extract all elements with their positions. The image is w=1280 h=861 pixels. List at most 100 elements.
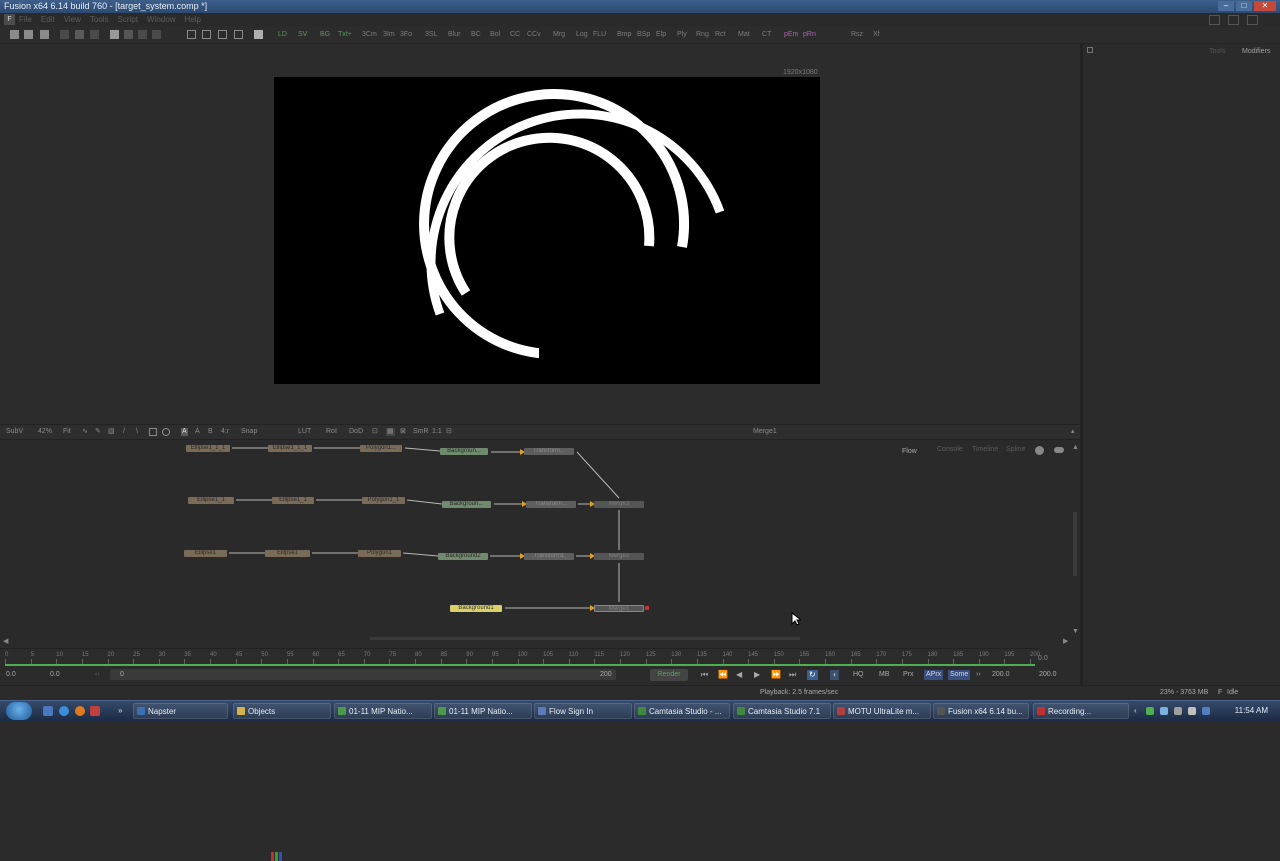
hq-button[interactable]: HQ	[853, 670, 864, 680]
node-background-row1[interactable]: Backgroun...	[440, 448, 488, 455]
node-ellipse-row1-a[interactable]: Ellipse1_1_1	[186, 445, 230, 452]
curve-tool-icon[interactable]: ∿	[82, 428, 88, 436]
node-polygon-row2[interactable]: Polygon1_1	[362, 497, 405, 504]
paste-icon[interactable]	[90, 30, 99, 39]
node-ellipse-row3-b[interactable]: Ellipse1	[265, 550, 310, 557]
menu-script[interactable]: Script	[118, 13, 138, 26]
flow-editor[interactable]: Flow Console Timeline Spline Ellipse1_1_…	[0, 440, 1080, 645]
layout-split-icon[interactable]	[202, 30, 211, 39]
tool-button-bc[interactable]: BC	[471, 30, 481, 40]
taskbar-item[interactable]: Flow Sign In	[534, 703, 632, 719]
range-right-icon[interactable]: ››	[976, 670, 981, 680]
play-reverse-icon[interactable]: ◀	[736, 670, 742, 680]
step-forward-icon[interactable]: ⏩	[771, 670, 781, 680]
render-button[interactable]: Render	[650, 669, 688, 681]
dod-button[interactable]: DoD	[349, 428, 363, 436]
paint-tool-icon[interactable]: ▧	[108, 428, 115, 436]
firefox-icon[interactable]	[75, 706, 85, 716]
taskbar-item[interactable]: Fusion x64 6.14 bu...	[933, 703, 1029, 719]
tools-toggle-icon[interactable]	[254, 30, 263, 39]
tool-button-sv[interactable]: SV	[298, 30, 307, 40]
flow-scroll-left-icon[interactable]: ◀	[3, 637, 8, 645]
redo-list-icon[interactable]	[152, 30, 161, 39]
taskbar-item[interactable]: 01-11 MIP Natio...	[334, 703, 432, 719]
grid-icon[interactable]: ⊠	[400, 428, 406, 436]
flow-scroll-up-icon[interactable]: ▲	[1072, 444, 1079, 451]
zoom-dropdown[interactable]: 42%	[38, 428, 52, 436]
tool-button-mrg[interactable]: Mrg	[553, 30, 565, 40]
taskbar-item[interactable]: 01-11 MIP Natio...	[434, 703, 532, 719]
tool-button-prn[interactable]: pRn	[803, 30, 816, 40]
tool-button-rng[interactable]: Rng	[696, 30, 709, 40]
node-merge3[interactable]: Merge3	[594, 501, 644, 508]
layout-quad-icon[interactable]	[218, 30, 227, 39]
stereo-icon[interactable]: ⊟	[446, 428, 452, 436]
layout-full-icon[interactable]	[234, 30, 243, 39]
subview-button[interactable]: SubV	[6, 428, 23, 436]
tool-button-ld[interactable]: LD	[278, 30, 287, 40]
tray-app2-icon[interactable]	[1174, 707, 1182, 715]
node-ellipse-row2-a[interactable]: Ellipse1_1	[188, 497, 234, 504]
quicklaunch-more-icon[interactable]: »	[118, 706, 122, 715]
close-button[interactable]: ✕	[1254, 1, 1276, 11]
node-polygon-row3[interactable]: Polygon1	[358, 550, 401, 557]
node-ellipse-row2-b[interactable]: Ellipse1_1	[272, 497, 314, 504]
taskbar-item[interactable]: MOTU UltraLite m...	[833, 703, 931, 719]
tool-button-3fo[interactable]: 3Fo	[400, 30, 412, 40]
taskbar-item[interactable]: Recording...	[1033, 703, 1129, 719]
flow-scroll-right-icon[interactable]: ▶	[1063, 637, 1068, 645]
tab-modifiers[interactable]: Modifiers	[1242, 48, 1270, 55]
node-merge1[interactable]: Merge1	[594, 605, 644, 612]
tool-button-ccv[interactable]: CCv	[527, 30, 541, 40]
tray-network-icon[interactable]	[1146, 707, 1154, 715]
flow-scroll-down-icon[interactable]: ▼	[1072, 628, 1079, 635]
tool-button-ct[interactable]: CT	[762, 30, 771, 40]
node-background2[interactable]: Background2	[438, 553, 488, 560]
text-ab-icon[interactable]: Ȧ	[195, 428, 200, 436]
prx-button[interactable]: Prx	[903, 670, 914, 680]
tool-button-rsz[interactable]: Rsz	[851, 30, 863, 40]
roi-button[interactable]: RoI	[326, 428, 337, 436]
menu-edit[interactable]: Edit	[41, 13, 55, 26]
start-time-field[interactable]: 0.0	[6, 670, 16, 680]
maximize-button[interactable]: □	[1236, 1, 1252, 11]
taskbar-clock[interactable]: 11:54 AM	[1235, 706, 1268, 715]
taskbar-item[interactable]: Napster	[133, 703, 228, 719]
tool-button-rct[interactable]: Rct	[715, 30, 726, 40]
menu-file[interactable]: File	[19, 13, 32, 26]
tool-button-blur[interactable]: Blur	[448, 30, 460, 40]
tray-app-icon[interactable]	[1160, 707, 1168, 715]
step-back-icon[interactable]: ⏪	[718, 670, 728, 680]
range-slider[interactable]	[110, 669, 616, 680]
some-button[interactable]: Some	[948, 670, 971, 680]
tab-tools[interactable]: Tools	[1209, 48, 1225, 55]
taskbar-item[interactable]: Camtasia Studio - ...	[634, 703, 730, 719]
ellipse-tool-icon[interactable]	[162, 428, 170, 436]
smr-button[interactable]: SmR	[413, 428, 429, 436]
node-ellipse-row3-a[interactable]: Ellipse1	[184, 550, 227, 557]
text-a-button[interactable]: A	[181, 428, 188, 436]
current-time-field[interactable]: 200.0	[992, 670, 1010, 680]
tool-button-cc[interactable]: CC	[510, 30, 520, 40]
copy-icon[interactable]	[75, 30, 84, 39]
tray-power-icon[interactable]	[1202, 707, 1210, 715]
start-button[interactable]	[6, 702, 32, 720]
flow-vertical-scrollbar[interactable]	[1073, 512, 1077, 576]
tool-button-3im[interactable]: 3Im	[383, 30, 395, 40]
node-ellipse-row1-b[interactable]: Ellipse1_1_1	[268, 445, 312, 452]
doc-close-button[interactable]	[1247, 15, 1258, 25]
node-background1[interactable]: Background1	[450, 605, 502, 612]
tool-button-bg[interactable]: BG	[320, 30, 330, 40]
time-ruler[interactable]: 0 5 10 15 20 25 30 35 40 45 50 55 60 65 70 75 80 85 90 95 10…	[0, 648, 1048, 667]
preview-icon[interactable]	[1054, 447, 1064, 453]
layout-single-icon[interactable]	[187, 30, 196, 39]
taskbar-item[interactable]: Camtasia Studio 7.1	[733, 703, 831, 719]
line-tool-icon[interactable]: \	[136, 428, 138, 436]
viewer-menu-icon[interactable]: ▴	[1071, 428, 1075, 436]
text-b-button[interactable]: B	[208, 428, 213, 436]
tab-console[interactable]: Console	[937, 446, 963, 453]
tool-button-bol[interactable]: Bol	[490, 30, 500, 40]
taskbar-item[interactable]: Objects	[233, 703, 331, 719]
tool-button-bsp[interactable]: BSp	[637, 30, 650, 40]
cut-icon[interactable]	[60, 30, 69, 39]
